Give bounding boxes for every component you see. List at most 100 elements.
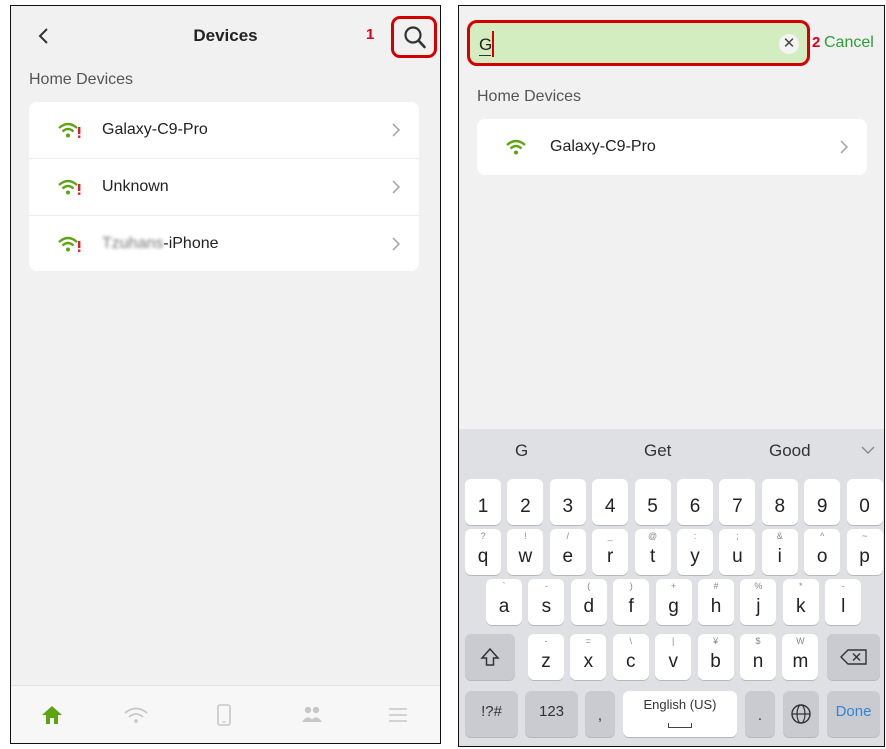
key-g[interactable]: + g	[655, 579, 692, 625]
key-y[interactable]: :y	[677, 529, 713, 575]
key-label: f	[628, 596, 634, 617]
chevron-right-icon	[392, 180, 401, 194]
key-label: u	[732, 546, 743, 567]
key-m[interactable]: Wm	[782, 634, 819, 680]
clear-search-button[interactable]: ✕	[779, 34, 799, 54]
suggestion-3[interactable]: Good	[769, 441, 811, 461]
key-j[interactable]: % j	[740, 579, 777, 625]
search-button[interactable]	[391, 16, 437, 58]
device-name-suffix: -iPhone	[163, 235, 219, 252]
result-row-galaxy[interactable]: Galaxy-C9-Pro	[477, 119, 867, 176]
key-i[interactable]: & i	[761, 529, 798, 575]
key-8[interactable]: 8	[761, 479, 798, 525]
key-label: w	[518, 546, 533, 567]
key-label: 123	[538, 703, 565, 720]
key-l[interactable]: -l	[825, 579, 862, 625]
key-label: z	[541, 651, 551, 672]
key-d[interactable]: (d	[570, 579, 607, 625]
key-w[interactable]: ! w	[507, 529, 544, 575]
key-5[interactable]: 5	[634, 479, 671, 525]
key-label: 0	[859, 496, 870, 517]
tab-home[interactable]	[37, 700, 67, 730]
key-hint: !	[524, 531, 527, 541]
symbols-key[interactable]: !?#	[465, 691, 518, 737]
suggestion-2[interactable]: Get	[644, 441, 671, 461]
cancel-button[interactable]: Cancel	[824, 34, 874, 52]
shift-key[interactable]	[465, 634, 515, 680]
tab-family[interactable]	[297, 700, 327, 730]
key-s[interactable]: -s	[528, 579, 565, 625]
header: Devices 1	[11, 6, 440, 68]
key-label: s	[541, 596, 552, 617]
numbers-key[interactable]: 123	[525, 691, 578, 737]
tab-wifi[interactable]	[121, 700, 151, 730]
spacebar-icon	[668, 723, 692, 728]
key-7[interactable]: 7	[719, 479, 756, 525]
search-value: G	[479, 35, 493, 54]
key-6[interactable]: 6	[677, 479, 713, 525]
key-label: !?#	[481, 703, 502, 720]
key-hint: ^	[820, 531, 825, 541]
wifi-icon	[124, 707, 148, 723]
menu-icon	[389, 708, 407, 722]
comma-key[interactable]: ,	[585, 691, 615, 737]
backspace-key[interactable]	[827, 634, 880, 680]
step-number-1: 1	[366, 26, 375, 43]
key-h[interactable]: # h	[698, 579, 734, 625]
key-u[interactable]: ; u	[719, 529, 756, 575]
blurred-name: Tzuhans	[102, 235, 164, 252]
key-z[interactable]: -z	[528, 634, 564, 680]
space-key[interactable]: English (US)	[623, 691, 737, 737]
key-label: 4	[604, 496, 616, 517]
key-1[interactable]: 1	[465, 479, 501, 525]
key-t[interactable]: @ t	[634, 529, 671, 575]
key-k[interactable]: * k	[782, 579, 819, 625]
key-q[interactable]: ? q	[465, 529, 501, 575]
key-c[interactable]: \ c	[612, 634, 649, 680]
key-r[interactable]: _ r	[592, 529, 629, 575]
key-o[interactable]: ^ o	[804, 529, 841, 575]
device-row-galaxy[interactable]: Galaxy-C9-Pro	[29, 102, 419, 159]
key-hint: -	[544, 581, 548, 591]
key-label: r	[607, 546, 614, 567]
device-row-iphone[interactable]: Tzuhans-iPhone	[29, 215, 419, 272]
key-4[interactable]: 4	[592, 479, 629, 525]
key-a[interactable]: ` a	[486, 579, 522, 625]
key-label: b	[710, 651, 721, 672]
chevron-down-icon[interactable]	[861, 446, 875, 455]
key-b[interactable]: ¥ b	[697, 634, 734, 680]
key-x[interactable]: = x	[570, 634, 607, 680]
key-hint: %	[754, 581, 763, 591]
search-input[interactable]: G ✕	[467, 20, 810, 66]
key-label: g	[668, 596, 679, 617]
globe-icon	[791, 704, 811, 724]
wifi-weak-signal-icon	[58, 122, 81, 138]
key-2[interactable]: 2	[507, 479, 544, 525]
key-0[interactable]: 0	[846, 479, 883, 525]
period-key[interactable]: .	[745, 691, 775, 737]
key-label: 2	[520, 496, 531, 517]
key-hint: +	[670, 581, 677, 591]
home-icon	[42, 706, 62, 724]
key-9[interactable]: 9	[804, 479, 841, 525]
key-v[interactable]: | v	[655, 634, 692, 680]
tab-more[interactable]	[383, 700, 413, 730]
suggestion-1[interactable]: G	[515, 441, 528, 461]
language-key[interactable]	[783, 691, 819, 737]
key-label: j	[756, 596, 761, 617]
key-hint: W	[796, 636, 805, 646]
key-f[interactable]: ) f	[613, 579, 650, 625]
suggestion-bar: G Get Good	[459, 429, 884, 473]
key-p[interactable]: ~ p	[846, 529, 883, 575]
key-hint: _	[607, 531, 613, 541]
key-n[interactable]: $ n	[740, 634, 776, 680]
key-3[interactable]: 3	[549, 479, 586, 525]
tab-devices[interactable]	[209, 700, 239, 730]
chevron-right-icon	[392, 237, 401, 251]
device-row-unknown[interactable]: Unknown	[29, 158, 419, 215]
search-screen: G ✕ 2 Cancel Home Devices Galaxy-C9-Pro …	[458, 5, 885, 747]
key-hint: ¥	[713, 636, 719, 646]
key-e[interactable]: / e	[549, 529, 586, 575]
done-key[interactable]: Done	[827, 691, 880, 737]
key-label: e	[562, 546, 574, 567]
